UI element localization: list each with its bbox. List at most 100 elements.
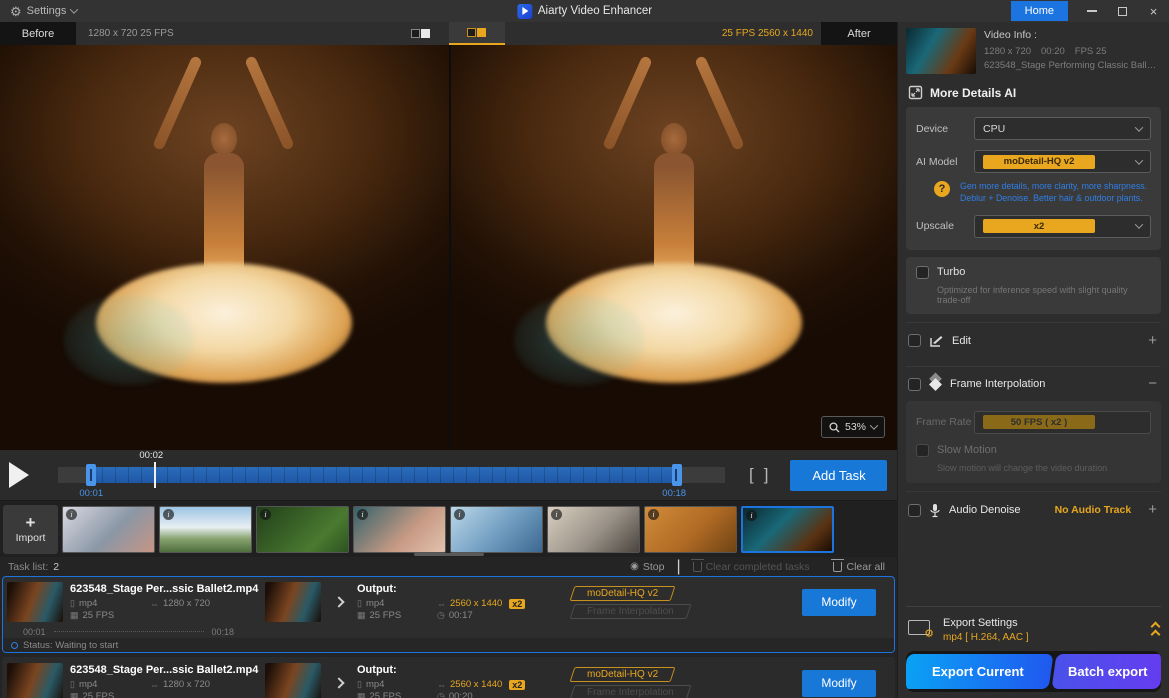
task-output-thumbnail	[265, 663, 321, 698]
trim-out-icon[interactable]: ]	[764, 465, 769, 485]
ai-model-label: AI Model	[916, 156, 974, 168]
ai-model-value: moDetail-HQ v2	[983, 155, 1095, 169]
before-pane[interactable]	[0, 45, 449, 450]
task-resolution: 1280 x 720	[163, 598, 210, 609]
play-icon	[9, 462, 29, 488]
after-resolution-label: 25 FPS 2560 x 1440	[722, 28, 813, 39]
trash-icon	[693, 562, 702, 572]
chevron-down-icon	[870, 421, 878, 429]
task-format: mp4	[79, 679, 97, 690]
media-thumbnail-snow-portrait[interactable]: i	[62, 506, 155, 553]
import-label: Import	[16, 532, 46, 544]
media-strip: + Import i i i i i i i i	[0, 500, 897, 557]
info-icon[interactable]: i	[551, 509, 562, 520]
collapse-icon[interactable]: −	[1148, 379, 1157, 389]
model-description: Gen more details, more clarity, more sha…	[960, 181, 1147, 205]
frame-interpolation-label: Frame Interpolation	[950, 378, 1045, 390]
export-current-button[interactable]: Export Current	[906, 654, 1053, 689]
expand-icon[interactable]: +	[1148, 505, 1157, 515]
trim-end-handle[interactable]	[672, 464, 682, 486]
task-input-thumbnail	[7, 663, 63, 698]
device-label: Device	[916, 123, 974, 135]
device-select[interactable]: CPU	[974, 117, 1151, 140]
timeline[interactable]: 00:02 00:01 00:18	[58, 450, 725, 500]
after-pane[interactable]	[449, 45, 898, 450]
frame-interpolation-badge: Frame Interpolation	[570, 604, 692, 619]
video-preview: 53%	[0, 45, 897, 450]
after-tab: After	[821, 22, 897, 45]
info-icon[interactable]: i	[454, 509, 465, 520]
media-thumbnail-spa-portrait[interactable]: i	[353, 506, 446, 553]
clear-completed-button[interactable]: Clear completed tasks	[681, 561, 822, 573]
frame-interpolation-checkbox[interactable]	[908, 378, 921, 391]
info-icon[interactable]: i	[357, 509, 368, 520]
task-row[interactable]: 623548_Stage Per...ssic Ballet2.mp4 ▯mp4…	[2, 657, 895, 698]
zoom-level-value: 53%	[845, 421, 866, 433]
task-row-selected[interactable]: 623548_Stage Per...ssic Ballet2.mp4 ▯mp4…	[2, 576, 895, 653]
info-icon[interactable]: i	[260, 509, 271, 520]
upscale-select[interactable]: x2	[974, 215, 1151, 238]
modify-button[interactable]: Modify	[802, 589, 876, 616]
trash-icon	[833, 562, 842, 572]
fps-icon: ▦	[70, 691, 79, 698]
edit-checkbox[interactable]	[908, 334, 921, 347]
info-icon[interactable]: i	[648, 509, 659, 520]
task-fps: 25 FPS	[83, 691, 115, 698]
home-button[interactable]: Home	[1011, 1, 1068, 21]
info-icon[interactable]: i	[746, 510, 757, 521]
single-view-button[interactable]	[393, 22, 449, 45]
import-button[interactable]: + Import	[3, 505, 58, 554]
minimize-button[interactable]	[1076, 0, 1107, 22]
playhead[interactable]	[154, 462, 156, 488]
info-icon[interactable]: i	[66, 509, 77, 520]
settings-sidebar: Video Info : 1280 x 720 00:20 FPS 25 623…	[897, 22, 1169, 698]
play-button[interactable]	[0, 450, 38, 500]
file-icon: ▯	[357, 679, 362, 690]
chevron-down-icon	[1135, 221, 1143, 229]
info-icon[interactable]: i	[163, 509, 174, 520]
export-settings-row[interactable]: ⚙ Export Settings mp4 [ H.264, AAC ]	[906, 606, 1161, 651]
timeline-selection[interactable]	[89, 467, 675, 483]
maximize-button[interactable]	[1107, 0, 1138, 22]
video-info-thumbnail	[906, 28, 976, 74]
media-thumbnail-ballet-selected[interactable]: i	[741, 506, 834, 553]
modify-button[interactable]: Modify	[802, 670, 876, 697]
video-fps: FPS 25	[1075, 46, 1107, 57]
close-button[interactable]: ×	[1138, 0, 1169, 22]
stop-button[interactable]: ◉ Stop	[618, 561, 676, 573]
more-details-panel: Device CPU AI Model moDetail-HQ v2 ? Gen…	[906, 107, 1161, 250]
split-view-button[interactable]	[449, 22, 505, 45]
frame-rate-value: 50 FPS ( x2 )	[983, 415, 1095, 429]
output-fps: 25 FPS	[370, 691, 402, 698]
arrow-right-icon	[333, 677, 344, 688]
media-thumbnail-green-plants[interactable]: i	[256, 506, 349, 553]
zoom-control[interactable]: 53%	[821, 416, 885, 438]
help-icon[interactable]: ?	[934, 181, 950, 197]
double-chevron-up-icon[interactable]	[1152, 623, 1159, 638]
output-label: Output:	[357, 583, 572, 595]
trim-start-time: 00:01	[79, 488, 103, 499]
main-area: Before 1280 x 720 25 FPS 25 FPS 2560 x 1…	[0, 22, 897, 698]
clear-all-button[interactable]: Clear all	[821, 561, 897, 573]
split-view-icon	[467, 28, 476, 37]
media-strip-scrollbar[interactable]	[414, 553, 484, 556]
media-thumbnail-mountains[interactable]: i	[159, 506, 252, 553]
media-thumbnail-tiger[interactable]: i	[644, 506, 737, 553]
settings-menu-button[interactable]: ⚙ Settings	[0, 0, 87, 22]
media-thumbnail-cat[interactable]: i	[547, 506, 640, 553]
media-thumbnail-futuristic-train[interactable]: i	[450, 506, 543, 553]
stop-icon: ◉	[630, 561, 639, 572]
window-controls: Home ×	[1011, 0, 1169, 22]
audio-denoise-checkbox[interactable]	[908, 504, 921, 517]
batch-export-button[interactable]: Batch export	[1051, 654, 1161, 689]
add-task-button[interactable]: Add Task	[790, 460, 887, 491]
ai-model-select[interactable]: moDetail-HQ v2	[974, 150, 1151, 173]
microphone-icon	[929, 503, 941, 518]
task-input-thumbnail	[7, 582, 63, 622]
app-logo-icon	[517, 4, 532, 19]
file-icon: ▯	[357, 598, 362, 609]
trim-in-icon[interactable]: [	[749, 465, 754, 485]
turbo-checkbox[interactable]	[916, 266, 929, 279]
expand-icon[interactable]: +	[1148, 336, 1157, 346]
trim-start-handle[interactable]	[86, 464, 96, 486]
